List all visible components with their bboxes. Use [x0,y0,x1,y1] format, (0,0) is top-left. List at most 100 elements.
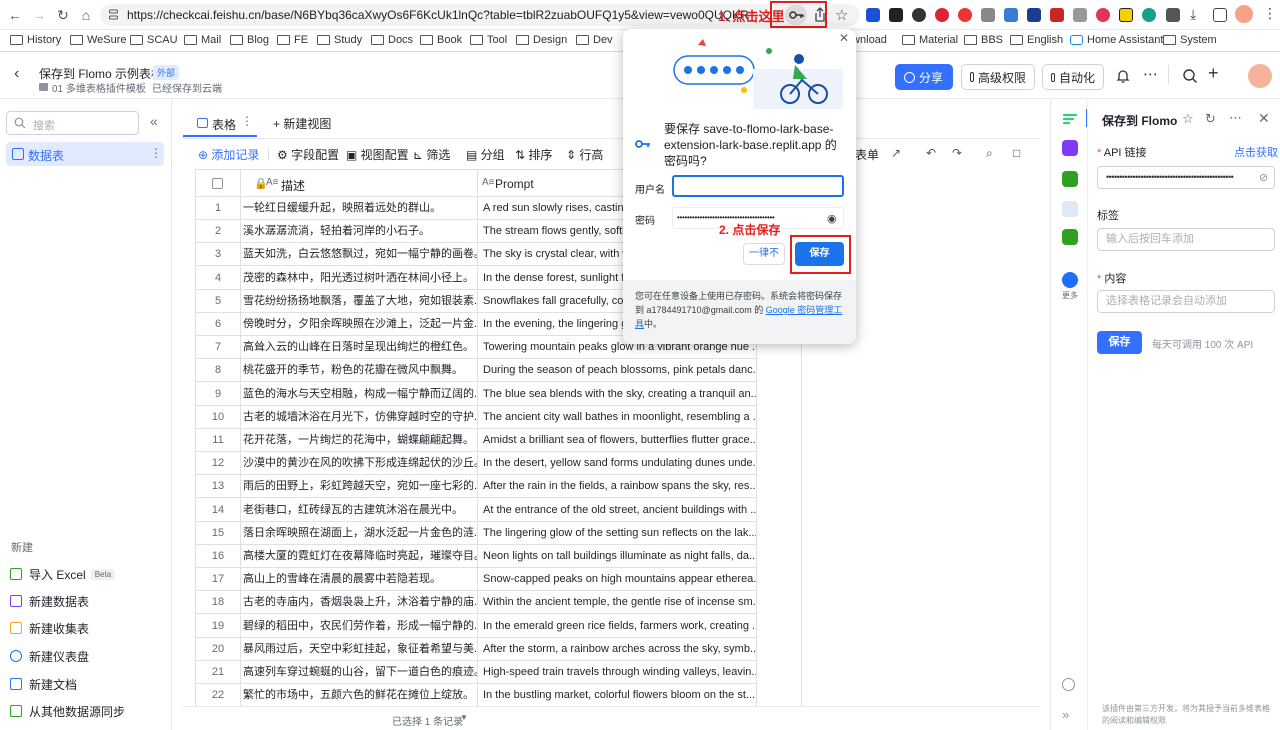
back-icon[interactable]: ← [6,6,24,24]
cell-desc[interactable]: 落日余晖映照在湖面上，湖水泛起一片金色的涟... [240,521,477,545]
new-dashboard-item[interactable]: 新建仪表盘 [10,646,89,666]
bookmark-item[interactable]: Material [902,34,958,46]
cell-prompt[interactable]: In the emerald green rice fields, farmer… [477,614,756,638]
extension-icon[interactable] [1004,8,1018,22]
sync-datasource-item[interactable]: 从其他数据源同步 [10,701,125,721]
redo-icon[interactable]: ↷ [952,146,962,160]
cell-prompt[interactable]: The blue sea blends with the sky, creati… [477,382,756,406]
field-config-button[interactable]: ⚙ 字段配置 [277,146,339,163]
table-row[interactable]: 15 落日余晖映照在湖面上，湖水泛起一片金色的涟... The lingering … [196,521,756,545]
bookmark-item[interactable]: Tool [470,34,507,46]
table-row[interactable]: 14 老街巷口，红砖绿瓦的古建筑沐浴在晨光中。 At the entrance of… [196,498,756,522]
table-row[interactable]: 22 繁忙的市场中，五颜六色的鲜花在摊位上绽放。 In the bustling m… [196,684,756,708]
view-config-button[interactable]: ▣ 视图配置 [346,146,409,163]
cell-desc[interactable]: 一轮红日缓缓升起，映照着远处的群山。 [240,197,477,220]
automation-button[interactable]: 自动化 [1042,64,1104,90]
table-row[interactable]: 21 高速列车穿过蜿蜒的山谷，留下一道白色的痕迹。 High-speed train… [196,661,756,684]
bell-icon[interactable] [1116,68,1130,84]
sort-button[interactable]: ⇅ 排序 [515,146,552,163]
cell-prompt[interactable]: During the season of peach blossoms, pin… [477,359,756,383]
back-arrow-icon[interactable]: ‹ [14,65,19,83]
table-row[interactable]: 18 古老的寺庙内，香烟袅袅上升，沐浴着宁静的庙... Within the anc… [196,591,756,615]
extension-icon[interactable] [958,8,972,22]
filter-button[interactable]: ⊾ 筛选 [413,146,450,163]
profile-avatar[interactable] [1235,5,1253,23]
password-key-icon[interactable] [785,5,807,25]
plugin-icon[interactable] [1062,229,1078,245]
cell-desc[interactable]: 花开花落，一片绚烂的花海中，蝴蝶翩翩起舞。 [240,429,477,452]
more-vertical-icon[interactable]: ⋮ [241,114,253,128]
download-icon[interactable]: ⤓ [1190,6,1196,23]
undo-icon[interactable]: ↶ [926,146,936,160]
hide-password-icon[interactable]: ⊘ [1259,171,1268,184]
share-view-icon[interactable]: ↗ [891,146,901,160]
cell-desc[interactable]: 茂密的森林中，阳光透过树叶洒在林间小径上。 [240,266,477,290]
plugin-icon[interactable] [1062,140,1078,156]
cell-desc[interactable]: 蓝色的海水与天空相融，构成一幅宁静而辽阔的... [240,382,477,406]
advanced-permission-button[interactable]: 高级权限 [961,64,1035,90]
flomo-logo-icon[interactable] [1062,111,1078,127]
cell-prompt[interactable]: In the bustling market, colorful flowers… [477,684,756,708]
home-icon[interactable]: ⌂ [77,6,95,24]
extension-icon[interactable] [981,8,995,22]
table-row[interactable]: 12 沙漠中的黄沙在风的吹拂下形成连绵起伏的沙丘。 In the desert, y… [196,452,756,476]
tags-input[interactable]: 输入后按回车添加 [1097,228,1275,251]
sidebar-item-datatable[interactable]: 数据表 ⋮ [6,142,164,166]
cell-desc[interactable]: 傍晚时分，夕阳余晖映照在沙滩上，泛起一片金... [240,313,477,336]
show-password-icon[interactable]: ◉ [827,212,837,225]
cell-desc[interactable]: 蓝天如洗，白云悠悠飘过，宛如一幅宁静的画卷。 [240,243,477,267]
new-doc-item[interactable]: 新建文档 [10,674,77,694]
row-height-button[interactable]: ⇕ 行高 [566,146,603,163]
cell-desc[interactable]: 老街巷口，红砖绿瓦的古建筑沐浴在晨光中。 [240,498,477,522]
cell-desc[interactable]: 高楼大厦的霓虹灯在夜幕降临时亮起，璀璨夺目。 [240,545,477,568]
bookmark-item[interactable]: System [1163,34,1217,46]
table-row[interactable]: 11 花开花落，一片绚烂的花海中，蝴蝶翩翩起舞。 Amidst a brillian… [196,429,756,452]
extension-icon[interactable] [1142,8,1156,22]
cell-desc[interactable]: 古老的城墙沐浴在月光下，仿佛穿越时空的守护... [240,405,477,429]
bookmark-item[interactable]: BBS [964,34,1003,46]
never-button[interactable]: 一律不 [743,243,785,265]
chevron-down-icon[interactable]: ▼ [460,713,468,722]
cell-desc[interactable]: 高山上的雪峰在清晨的晨雾中若隐若现。 [240,568,477,592]
cell-prompt[interactable]: After the rain in the fields, a rainbow … [477,475,756,499]
cell-desc[interactable]: 古老的寺庙内，香烟袅袅上升，沐浴着宁静的庙... [240,591,477,615]
cell-prompt[interactable]: High-speed train travels through winding… [477,661,756,684]
get-api-link[interactable]: 点击获取 [1234,144,1278,160]
search-records-icon[interactable]: ⌕ [986,146,993,161]
close-icon[interactable]: ✕ [839,31,849,45]
cell-desc[interactable]: 高速列车穿过蜿蜒的山谷，留下一道白色的痕迹。 [240,661,477,684]
help-icon[interactable] [1062,678,1075,691]
bookmark-item[interactable]: FE [277,34,308,46]
bookmark-star-icon[interactable]: ☆ [835,6,848,24]
site-info-icon[interactable] [109,9,118,21]
breadcrumb[interactable]: 01 多维表格插件模板 [52,80,146,95]
cell-prompt[interactable]: At the entrance of the old street, ancie… [477,498,756,522]
bookmark-item[interactable]: Mail [184,34,221,46]
expand-icon[interactable]: » [1062,707,1069,722]
cell-desc[interactable]: 桃花盛开的季节，粉色的花瓣在微风中飘舞。 [240,359,477,383]
search-icon[interactable] [1182,68,1198,84]
import-excel-item[interactable]: 导入 Excel Beta [10,564,116,584]
table-row[interactable]: 16 高楼大厦的霓虹灯在夜幕降临时亮起，璀璨夺目。 Neon lights on t… [196,545,756,568]
form-button[interactable]: 表单 [855,146,879,163]
table-row[interactable]: 10 古老的城墙沐浴在月光下，仿佛穿越时空的守护... The ancient ci… [196,405,756,429]
cell-desc[interactable]: 繁忙的市场中，五颜六色的鲜花在摊位上绽放。 [240,684,477,708]
sidepanel-icon[interactable] [1213,8,1227,22]
cell-desc[interactable]: 暴风雨过后，天空中彩虹挂起，象征着希望与美... [240,637,477,661]
close-icon[interactable]: ✕ [1258,110,1270,127]
cell-desc[interactable]: 雨后的田野上，彩虹跨越天空，宛如一座七彩的... [240,475,477,499]
extension-icon[interactable] [866,8,880,22]
cell-prompt[interactable]: Neon lights on tall buildings illuminate… [477,545,756,568]
more-vertical-icon[interactable]: ⋮ [150,146,162,160]
adblock-icon[interactable] [935,8,949,22]
forward-icon[interactable]: → [30,6,48,24]
column-header-desc[interactable]: 描述 [281,177,305,194]
new-form-item[interactable]: 新建收集表 [10,618,89,638]
plugin-icon[interactable] [1062,171,1078,187]
extension-icon[interactable] [1050,8,1064,22]
plus-icon[interactable]: + [1208,63,1219,84]
tab-table[interactable]: 表格 ⋮ [183,109,257,137]
content-input[interactable]: 选择表格记录会自动添加 [1097,290,1275,313]
table-row[interactable]: 13 雨后的田野上，彩虹跨越天空，宛如一座七彩的... After the rain… [196,475,756,499]
api-link-input[interactable]: ••••••••••••••••••••••••••••••••••••••••… [1097,166,1275,189]
